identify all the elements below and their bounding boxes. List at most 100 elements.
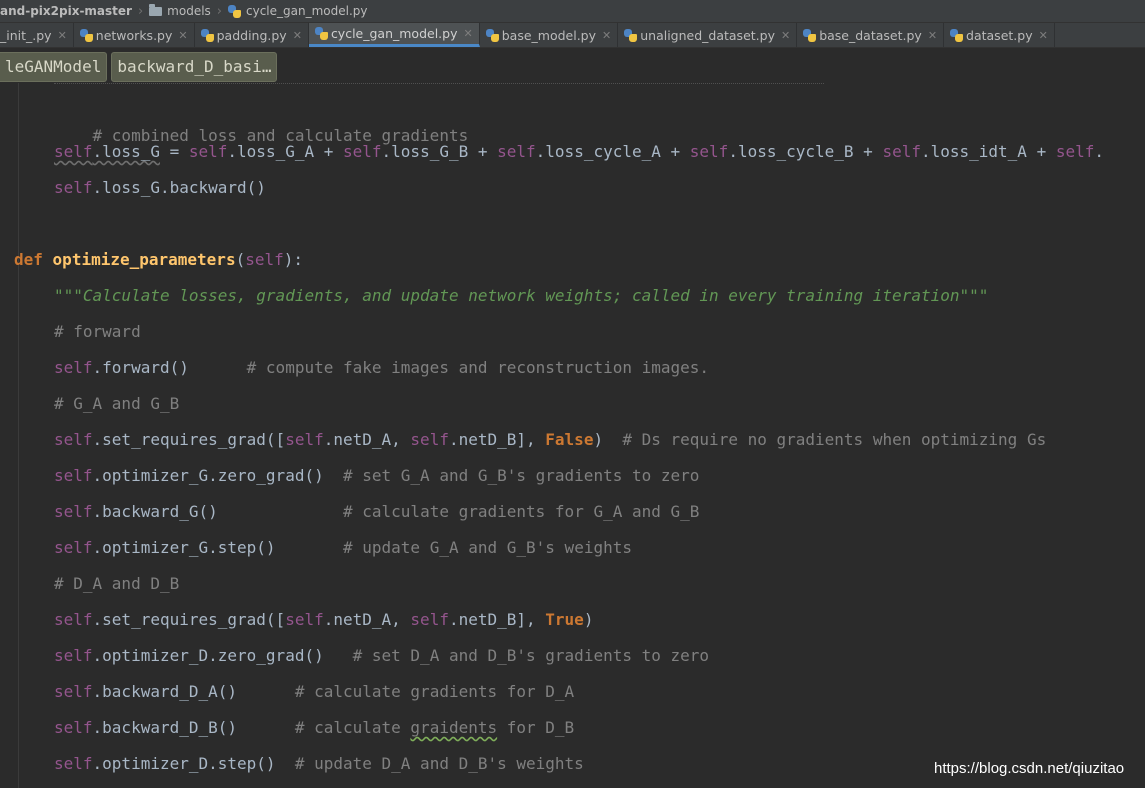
code-editor[interactable]: # combined loss and calculate gradients …	[0, 83, 1145, 788]
tab-label: dataset.py	[966, 27, 1033, 43]
tab-networks[interactable]: networks.py ✕	[74, 23, 195, 47]
structure-method[interactable]: backward_D_basi…	[111, 52, 278, 82]
tab-init[interactable]: _init_.py ✕	[0, 23, 74, 47]
code-line: self.loss_G = self.loss_G_A + self.loss_…	[54, 142, 1104, 162]
code-token: .loss_cycle_A +	[535, 142, 690, 161]
close-icon[interactable]: ✕	[464, 27, 473, 40]
breadcrumb-file-label: cycle_gan_model.py	[246, 4, 368, 18]
code-token: (	[235, 250, 246, 269]
close-icon[interactable]: ✕	[293, 29, 302, 42]
code-token: .loss_idt_A +	[920, 142, 1056, 161]
tab-base-dataset[interactable]: base_dataset.py ✕	[797, 23, 945, 47]
typo-warning: graidents	[410, 718, 498, 737]
close-icon[interactable]: ✕	[781, 29, 790, 42]
python-file-icon	[485, 28, 499, 42]
loss-g-target: self.loss_G	[54, 142, 160, 161]
self-keyword: self	[497, 142, 536, 161]
code-line: """Calculate losses, gradients, and upda…	[54, 286, 988, 306]
self-keyword: self	[54, 178, 93, 197]
code-line: self.optimizer_G.step() # update G_A and…	[54, 538, 632, 558]
code-token: .netD_B],	[448, 610, 546, 629]
comment: for D_B	[497, 718, 575, 737]
self-keyword: self	[54, 610, 93, 629]
code-line: # G_A and G_B	[54, 394, 179, 414]
tab-label: padding.py	[216, 27, 287, 43]
self-keyword: self	[54, 682, 93, 701]
close-icon[interactable]: ✕	[58, 29, 67, 42]
code-token: .forward()	[92, 358, 189, 377]
code-line: # D_A and D_B	[54, 574, 179, 594]
code-token: .backward_D_B()	[92, 718, 238, 737]
code-token: .optimizer_D.zero_grad()	[92, 646, 324, 665]
tab-dataset[interactable]: dataset.py ✕	[944, 23, 1055, 47]
code-token: .backward_D_A()	[92, 682, 238, 701]
self-keyword: self	[54, 718, 93, 737]
self-keyword: self	[245, 250, 284, 269]
python-file-icon	[228, 4, 241, 18]
self-keyword: self	[188, 142, 228, 161]
code-token: .loss_G_B +	[381, 142, 498, 161]
self-keyword: self	[410, 610, 449, 629]
self-keyword: self	[410, 430, 449, 449]
breadcrumb: and-pix2pix-master › models › cycle_gan_…	[0, 0, 1145, 23]
python-file-icon	[200, 28, 214, 42]
code-line: def optimize_parameters(self):	[14, 250, 303, 270]
tab-unaligned-dataset[interactable]: unaligned_dataset.py ✕	[618, 23, 798, 47]
self-keyword: self	[689, 142, 729, 161]
close-icon[interactable]: ✕	[1039, 29, 1048, 42]
self-keyword: self	[54, 538, 93, 557]
code-token: .loss_cycle_B +	[728, 142, 883, 161]
breadcrumb-project[interactable]: and-pix2pix-master	[0, 4, 132, 18]
self-keyword: self	[54, 358, 93, 377]
python-file-icon	[624, 28, 638, 42]
tab-cycle-gan-model[interactable]: cycle_gan_model.py ✕	[308, 23, 480, 47]
code-line: self.loss_G.backward()	[54, 178, 266, 198]
structure-class[interactable]: leGANModel	[0, 52, 108, 82]
code-token: .netD_A,	[323, 430, 411, 449]
tab-padding[interactable]: padding.py ✕	[195, 23, 309, 47]
indent-guide	[18, 83, 19, 788]
self-keyword: self	[54, 754, 93, 773]
code-line: # combined loss and calculate gradients	[54, 106, 469, 145]
python-file-icon	[79, 28, 93, 42]
code-line: self.set_requires_grad([self.netD_A, sel…	[54, 610, 593, 630]
close-icon[interactable]: ✕	[928, 29, 937, 42]
self-keyword: self	[54, 430, 93, 449]
code-token: .	[1094, 142, 1104, 161]
code-token: .backward_G()	[92, 502, 218, 521]
code-line: self.backward_G() # calculate gradients …	[54, 502, 699, 522]
close-icon[interactable]: ✕	[178, 29, 187, 42]
def-keyword: def	[14, 250, 43, 269]
code-line: self.optimizer_D.zero_grad() # set D_A a…	[54, 646, 709, 666]
tab-label: networks.py	[95, 27, 173, 43]
tab-label: cycle_gan_model.py	[330, 26, 458, 41]
breadcrumb-folder[interactable]: models	[149, 3, 211, 18]
code-token: =	[159, 142, 189, 161]
function-name: optimize_parameters	[52, 250, 236, 269]
tab-base-model[interactable]: base_model.py ✕	[480, 23, 619, 47]
self-keyword: self	[285, 610, 324, 629]
breadcrumb-project-label: and-pix2pix-master	[0, 4, 132, 18]
code-line: self.backward_D_B() # calculate graident…	[54, 718, 574, 738]
chevron-right-icon: ›	[216, 3, 222, 19]
watermark: https://blog.csdn.net/qiuzitao	[934, 760, 1125, 777]
code-token: .optimizer_G.step()	[92, 538, 276, 557]
comment: # Ds require no gradients when optimizin…	[622, 430, 1047, 449]
code-line: # forward	[54, 322, 141, 342]
comment: # D_A and D_B	[54, 574, 180, 593]
comment: # calculate gradients for G_A and G_B	[343, 502, 700, 521]
breadcrumb-file[interactable]: cycle_gan_model.py	[228, 4, 368, 18]
chevron-right-icon: ›	[137, 3, 144, 19]
self-keyword: self	[54, 646, 93, 665]
close-icon[interactable]: ✕	[602, 29, 611, 42]
docstring: """Calculate losses, gradients, and upda…	[54, 286, 989, 305]
editor-tabs: _init_.py ✕ networks.py ✕ padding.py ✕ c…	[0, 23, 1145, 48]
comment: # update D_A and D_B's weights	[294, 754, 584, 773]
bool-literal: True	[545, 610, 584, 629]
